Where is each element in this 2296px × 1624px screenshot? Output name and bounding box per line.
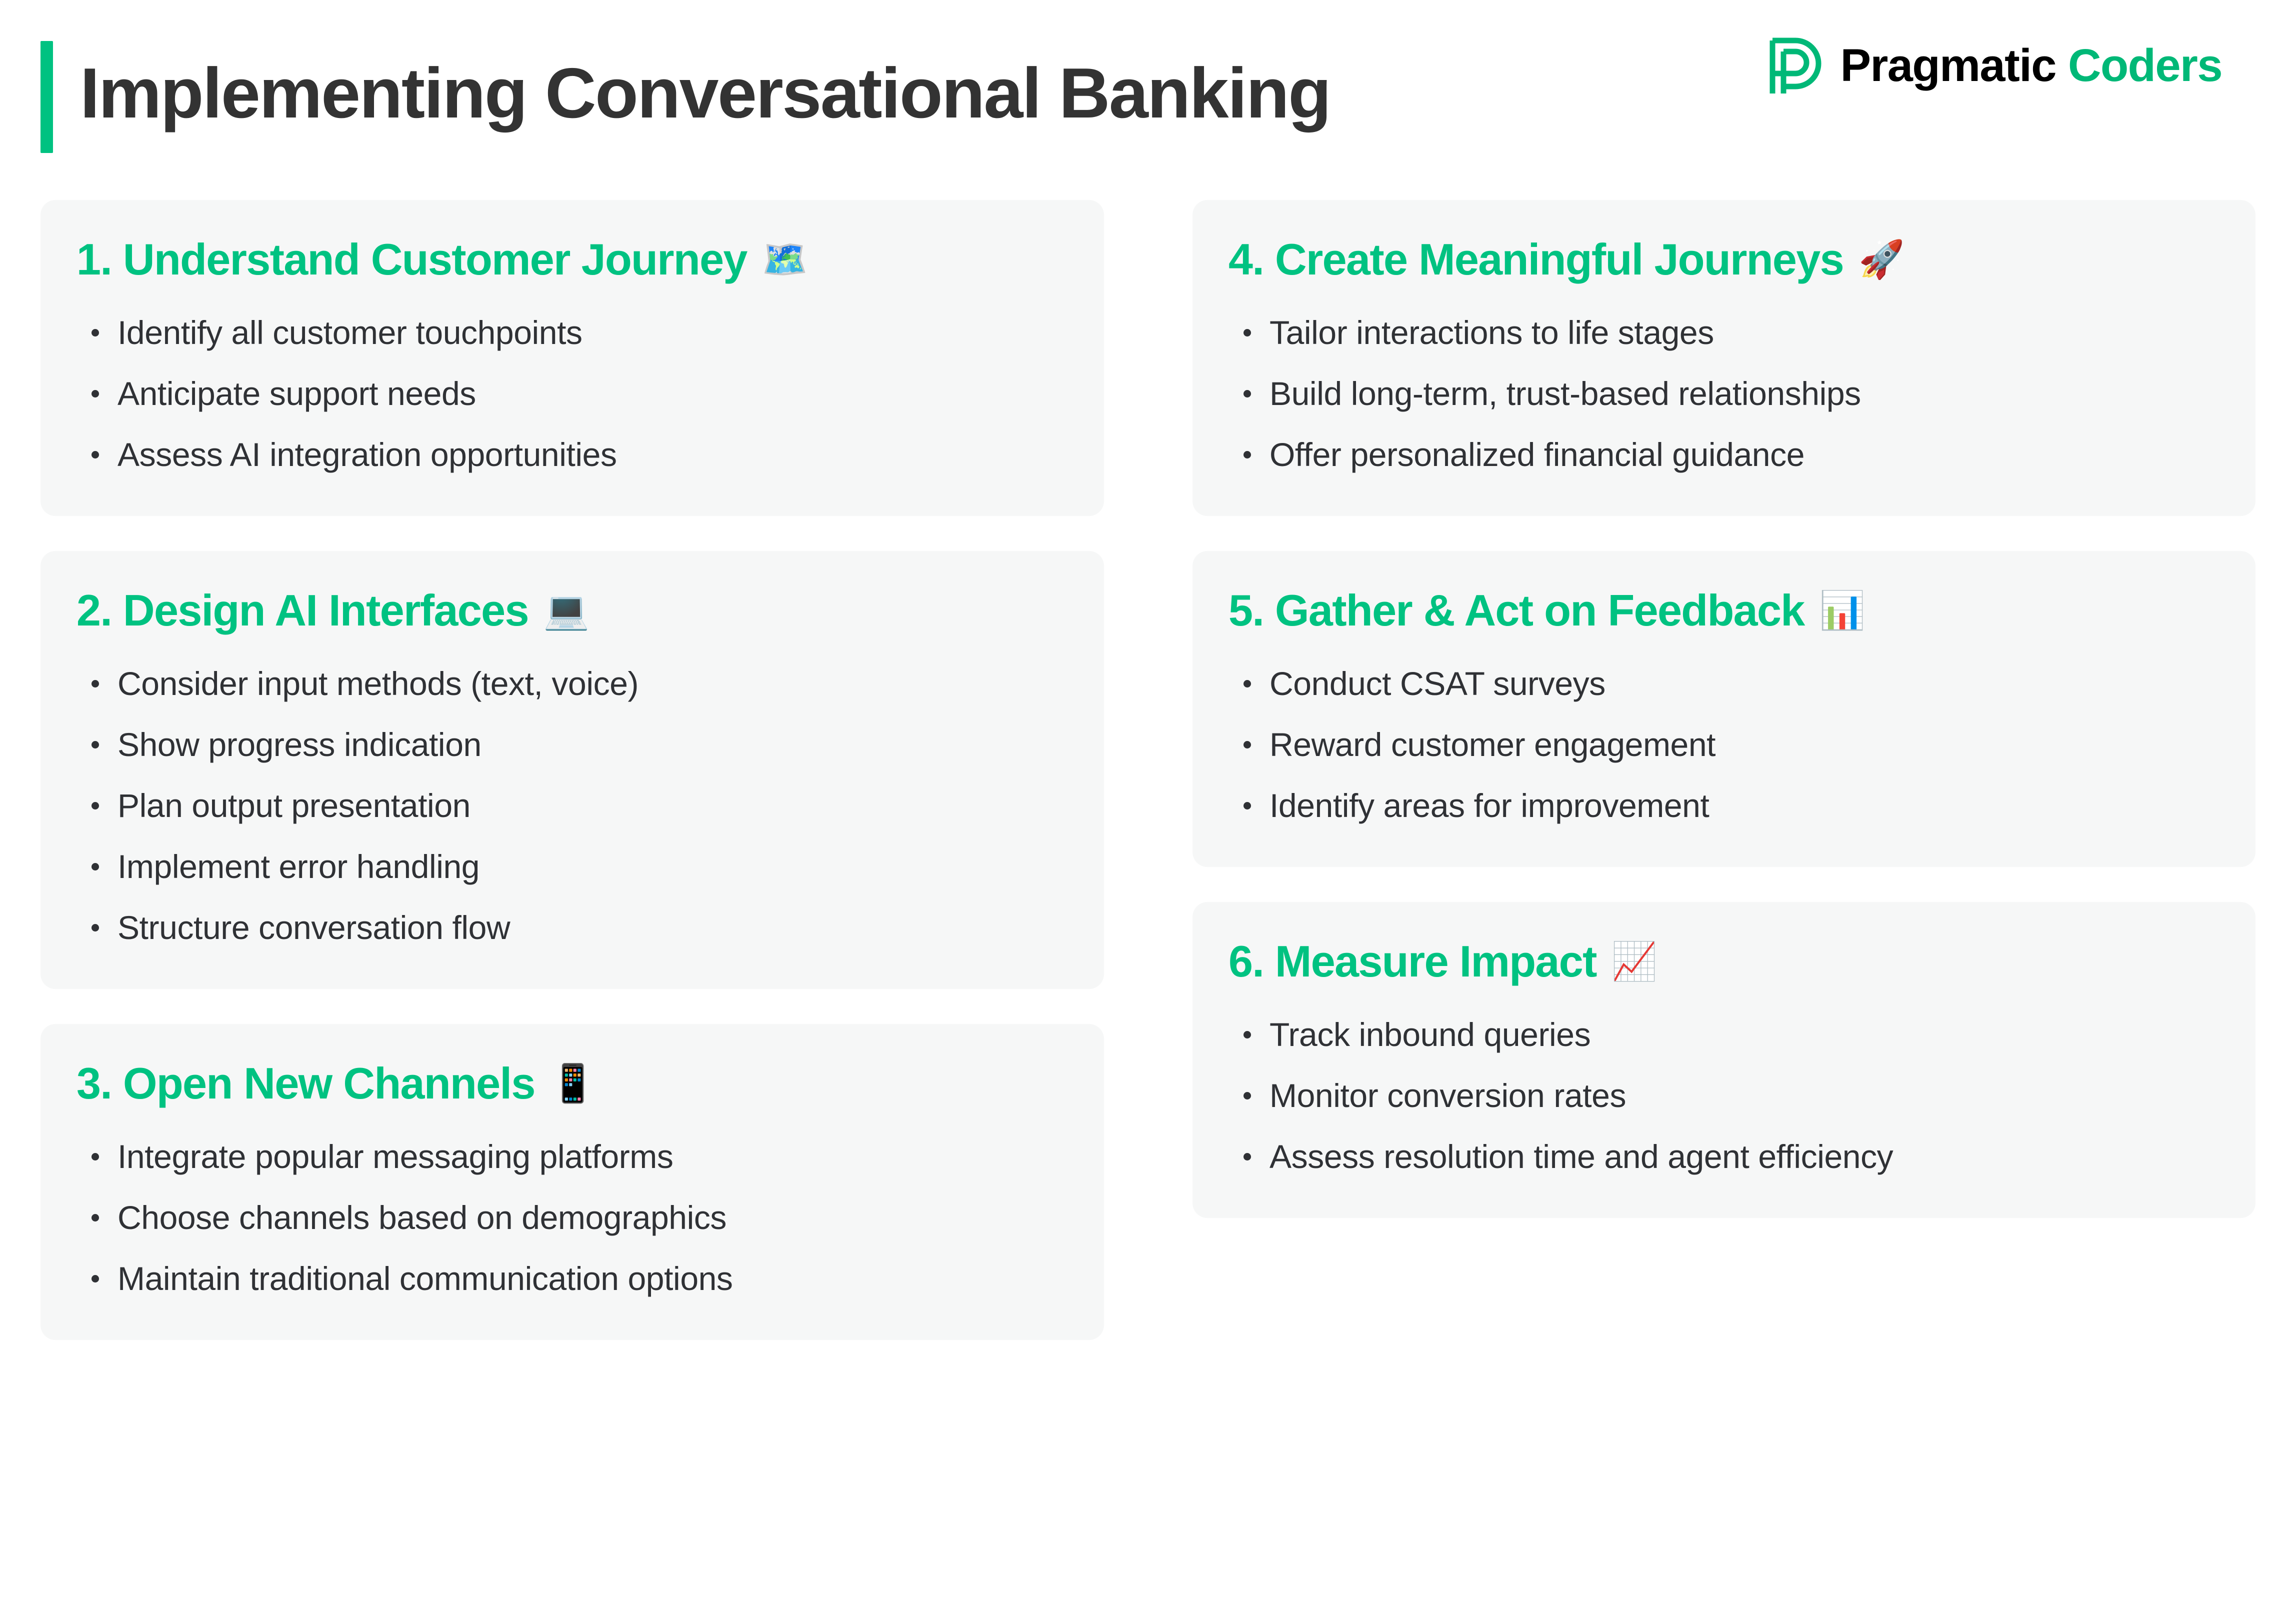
- left-column: 1. Understand Customer Journey 🗺️ Identi…: [40, 200, 1104, 1340]
- list-item: Assess AI integration opportunities: [76, 424, 1068, 485]
- card-gather-and-act-on-feedback: 5. Gather & Act on Feedback 📊 Conduct CS…: [1192, 551, 2256, 867]
- card-heading-label: 2. Design AI Interfaces: [76, 586, 529, 635]
- bullet-list: Track inbound queries Monitor conversion…: [1228, 1004, 2220, 1187]
- list-item: Plan output presentation: [76, 775, 1068, 836]
- infographic-page: Implementing Conversational Banking Prag…: [0, 0, 2296, 1624]
- list-item: Offer personalized financial guidance: [1228, 424, 2220, 485]
- card-heading-label: 5. Gather & Act on Feedback: [1228, 586, 1805, 635]
- cards-container: 1. Understand Customer Journey 🗺️ Identi…: [40, 200, 2256, 1340]
- card-design-ai-interfaces: 2. Design AI Interfaces 💻 Consider input…: [40, 551, 1104, 989]
- bar-chart-icon: 📊: [1819, 590, 1866, 631]
- list-item: Choose channels based on demographics: [76, 1187, 1068, 1248]
- list-item: Tailor interactions to life stages: [1228, 302, 2220, 363]
- list-item: Identify areas for improvement: [1228, 775, 2220, 836]
- list-item: Build long-term, trust-based relationshi…: [1228, 363, 2220, 424]
- card-understand-customer-journey: 1. Understand Customer Journey 🗺️ Identi…: [40, 200, 1104, 516]
- card-heading-label: 4. Create Meaningful Journeys: [1228, 234, 1844, 284]
- brand-wordmark: Pragmatic Coders: [1840, 40, 2223, 91]
- list-item: Show progress indication: [76, 714, 1068, 775]
- chart-increasing-icon: 📈: [1611, 940, 1658, 982]
- list-item: Assess resolution time and agent efficie…: [1228, 1126, 2220, 1187]
- list-item: Track inbound queries: [1228, 1004, 2220, 1065]
- card-heading-label: 3. Open New Channels: [76, 1058, 536, 1108]
- list-item: Structure conversation flow: [76, 897, 1068, 958]
- laptop-icon: 💻: [543, 590, 590, 631]
- card-measure-impact: 6. Measure Impact 📈 Track inbound querie…: [1192, 902, 2256, 1218]
- card-heading-label: 6. Measure Impact: [1228, 936, 1597, 986]
- list-item: Anticipate support needs: [76, 363, 1068, 424]
- world-map-icon: 🗺️: [762, 238, 808, 280]
- brand-word-pragmatic: Pragmatic: [1840, 40, 2057, 91]
- mobile-phone-icon: 📱: [550, 1062, 596, 1104]
- right-column: 4. Create Meaningful Journeys 🚀 Tailor i…: [1192, 200, 2256, 1340]
- card-heading: 3. Open New Channels 📱: [76, 1054, 1068, 1113]
- bullet-list: Tailor interactions to life stages Build…: [1228, 302, 2220, 485]
- list-item: Identify all customer touchpoints: [76, 302, 1068, 363]
- bullet-list: Identify all customer touchpoints Antici…: [76, 302, 1068, 485]
- bullet-list: Consider input methods (text, voice) Sho…: [76, 653, 1068, 958]
- card-create-meaningful-journeys: 4. Create Meaningful Journeys 🚀 Tailor i…: [1192, 200, 2256, 516]
- list-item: Conduct CSAT surveys: [1228, 653, 2220, 714]
- card-heading-label: 1. Understand Customer Journey: [76, 234, 748, 284]
- card-heading: 2. Design AI Interfaces 💻: [76, 581, 1068, 640]
- list-item: Maintain traditional communication optio…: [76, 1248, 1068, 1309]
- rocket-icon: 🚀: [1858, 238, 1905, 280]
- card-heading: 5. Gather & Act on Feedback 📊: [1228, 581, 2220, 640]
- card-heading: 4. Create Meaningful Journeys 🚀: [1228, 230, 2220, 289]
- list-item: Monitor conversion rates: [1228, 1065, 2220, 1126]
- page-header: Implementing Conversational Banking Prag…: [0, 0, 2296, 195]
- bullet-list: Integrate popular messaging platforms Ch…: [76, 1126, 1068, 1309]
- card-heading: 1. Understand Customer Journey 🗺️: [76, 230, 1068, 289]
- brand-word-coders: Coders: [2068, 40, 2222, 91]
- bullet-list: Conduct CSAT surveys Reward customer eng…: [1228, 653, 2220, 836]
- page-title: Implementing Conversational Banking: [80, 54, 1332, 133]
- brand-logo: Pragmatic Coders: [1770, 36, 2222, 95]
- list-item: Integrate popular messaging platforms: [76, 1126, 1068, 1187]
- card-heading: 6. Measure Impact 📈: [1228, 932, 2220, 991]
- card-open-new-channels: 3. Open New Channels 📱 Integrate popular…: [40, 1024, 1104, 1340]
- list-item: Reward customer engagement: [1228, 714, 2220, 775]
- list-item: Consider input methods (text, voice): [76, 653, 1068, 714]
- pragmatic-coders-p-logo-icon: [1770, 38, 1822, 94]
- list-item: Implement error handling: [76, 836, 1068, 897]
- title-accent-bar: [40, 41, 53, 153]
